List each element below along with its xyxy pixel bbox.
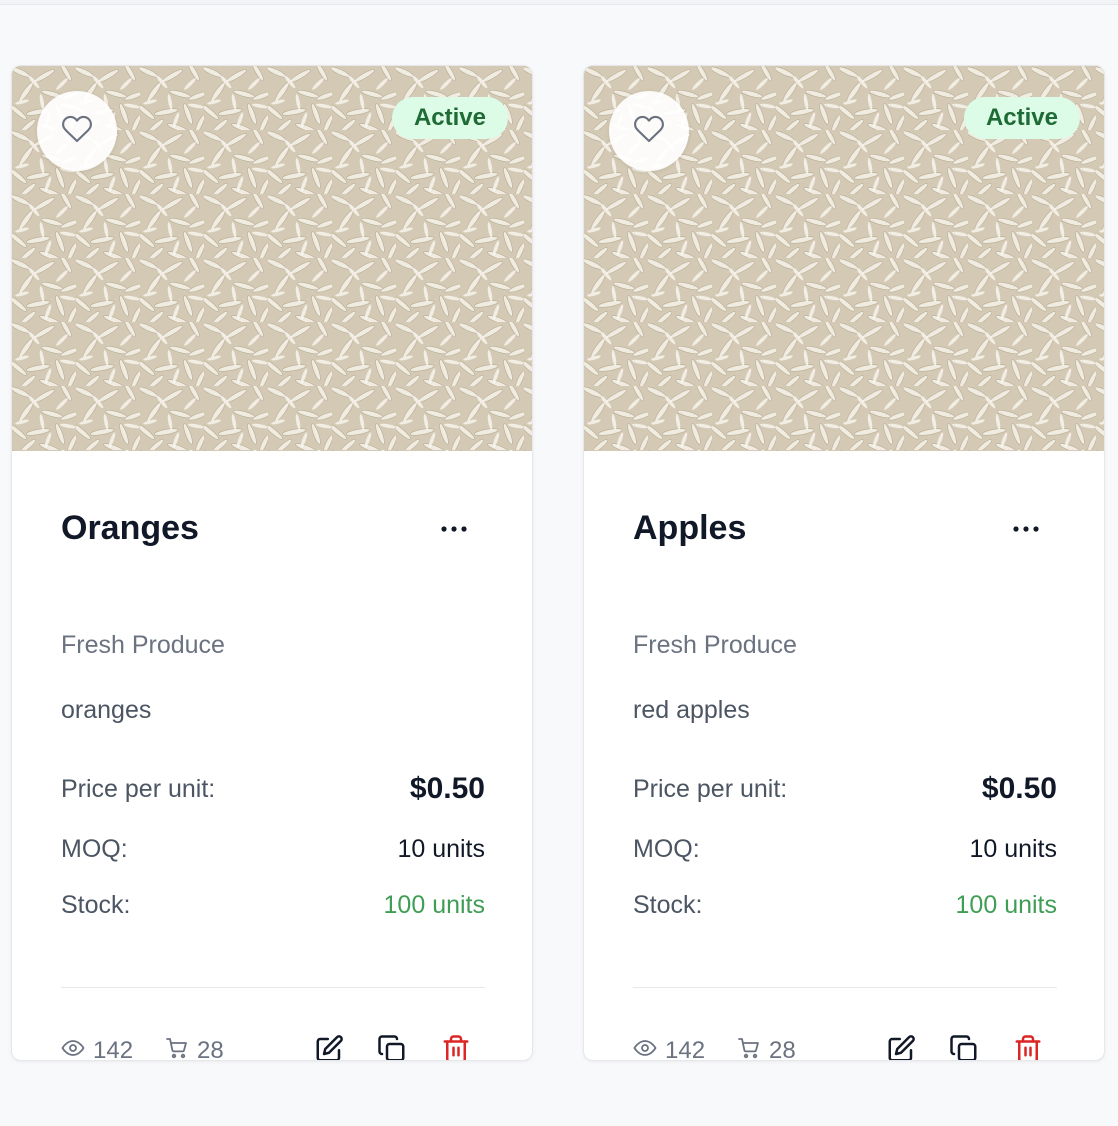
stock-row: Stock: 100 units [633, 887, 1057, 923]
status-badge: Active [391, 97, 508, 139]
card-footer: 142 28 [633, 1031, 1057, 1061]
trash-icon [1013, 1034, 1043, 1060]
product-description: red apples [633, 696, 750, 724]
top-bar-edge [0, 0, 1118, 5]
stock-label: Stock: [61, 891, 131, 919]
price-value: $0.50 [409, 772, 485, 805]
copy-icon [377, 1034, 407, 1060]
views-stat: 142 [633, 1031, 706, 1061]
more-options-button[interactable] [1011, 514, 1041, 544]
stock-value: 100 units [383, 891, 485, 919]
cart-count: 28 [197, 1037, 224, 1061]
eye-icon [633, 1036, 665, 1061]
price-label: Price per unit: [61, 775, 216, 803]
cart-icon [737, 1036, 769, 1061]
edit-icon [314, 1034, 344, 1060]
price-row: Price per unit: $0.50 [633, 771, 1057, 807]
moq-row: MOQ: 10 units [61, 831, 485, 867]
more-horizontal-icon [440, 520, 468, 538]
stock-label: Stock: [633, 891, 703, 919]
views-count: 142 [93, 1037, 134, 1061]
product-category: Fresh Produce [61, 631, 225, 659]
divider [633, 987, 1057, 988]
divider [61, 987, 485, 988]
favorite-button[interactable] [37, 91, 117, 171]
favorite-button[interactable] [609, 91, 689, 171]
delete-button[interactable] [438, 1033, 474, 1060]
product-category: Fresh Produce [633, 631, 797, 659]
edit-button[interactable] [883, 1033, 919, 1060]
card-footer: 142 28 [61, 1031, 485, 1061]
edit-button[interactable] [311, 1033, 347, 1060]
moq-value: 10 units [969, 835, 1057, 863]
product-description: oranges [61, 696, 152, 724]
delete-button[interactable] [1010, 1033, 1046, 1060]
duplicate-button[interactable] [946, 1033, 982, 1060]
status-badge: Active [963, 97, 1080, 139]
moq-row: MOQ: 10 units [633, 831, 1057, 867]
product-card: Active Apples Fresh Produce red apples P… [583, 65, 1105, 1061]
heart-icon [633, 113, 665, 150]
product-title: Apples [633, 509, 747, 547]
cart-stat: 28 [165, 1031, 224, 1061]
cart-count: 28 [769, 1037, 796, 1061]
heart-icon [61, 113, 93, 150]
product-card: Active Oranges Fresh Produce oranges Pri… [11, 65, 533, 1061]
stock-value: 100 units [955, 891, 1057, 919]
stock-row: Stock: 100 units [61, 887, 485, 923]
views-count: 142 [665, 1037, 706, 1061]
moq-label: MOQ: [61, 835, 128, 863]
duplicate-button[interactable] [374, 1033, 410, 1060]
cart-icon [165, 1036, 197, 1061]
edit-icon [886, 1034, 916, 1060]
copy-icon [949, 1034, 979, 1060]
product-title: Oranges [61, 509, 199, 547]
eye-icon [61, 1036, 93, 1061]
cart-stat: 28 [737, 1031, 796, 1061]
trash-icon [441, 1034, 471, 1060]
price-value: $0.50 [981, 772, 1057, 805]
price-row: Price per unit: $0.50 [61, 771, 485, 807]
moq-value: 10 units [397, 835, 485, 863]
more-options-button[interactable] [439, 514, 469, 544]
price-label: Price per unit: [633, 775, 788, 803]
more-horizontal-icon [1012, 520, 1040, 538]
moq-label: MOQ: [633, 835, 700, 863]
views-stat: 142 [61, 1031, 134, 1061]
